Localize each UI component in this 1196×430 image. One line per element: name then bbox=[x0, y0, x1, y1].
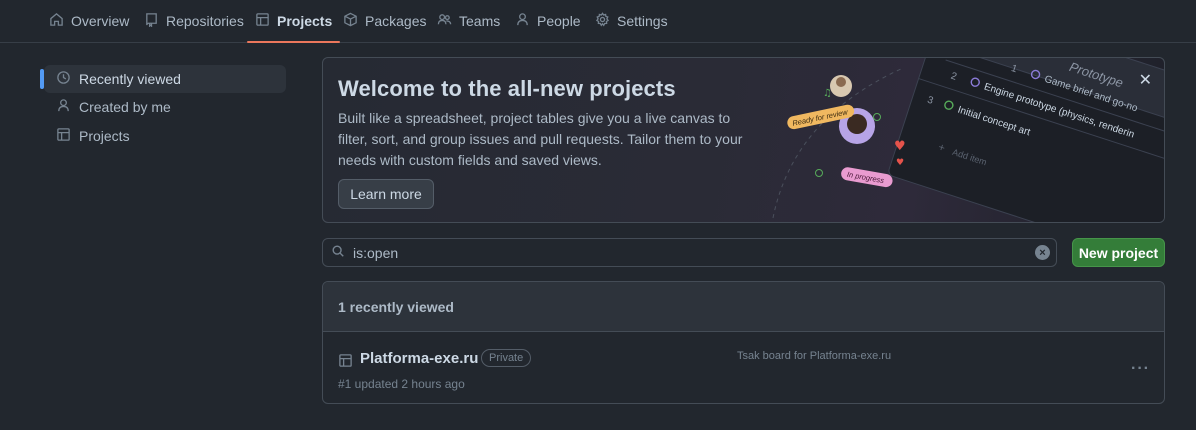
person-icon bbox=[515, 12, 530, 30]
tab-packages-label: Packages bbox=[365, 13, 427, 29]
sidebar-item-recently-viewed[interactable]: Recently viewed bbox=[40, 65, 286, 93]
sidebar-item-label: Created by me bbox=[79, 99, 171, 115]
banner-title: Welcome to the all-new projects bbox=[338, 76, 676, 101]
sidebar-item-created-by-me[interactable]: Created by me bbox=[44, 93, 286, 121]
status-dot-icon bbox=[815, 169, 823, 177]
tab-projects[interactable]: Projects bbox=[246, 0, 341, 43]
sidebar-item-projects[interactable]: Projects bbox=[44, 122, 286, 150]
projects-list: 1 recently viewed Platforma-exe.ru Priva… bbox=[322, 281, 1165, 404]
tab-repositories[interactable]: Repositories bbox=[144, 0, 244, 42]
clear-search-icon[interactable]: × bbox=[1035, 245, 1050, 260]
org-navigation: Overview Repositories Projects Packages … bbox=[0, 0, 1196, 43]
table-icon bbox=[255, 12, 270, 30]
sidebar-item-label: Projects bbox=[79, 128, 130, 144]
tab-people[interactable]: People bbox=[515, 0, 581, 42]
banner-illustration: Prototype 1 Game brief and go-no 2 Engin… bbox=[772, 58, 1164, 222]
new-project-button[interactable]: New project bbox=[1072, 238, 1165, 267]
tab-people-label: People bbox=[537, 13, 581, 29]
search-input[interactable] bbox=[353, 244, 1013, 261]
tab-overview[interactable]: Overview bbox=[49, 0, 129, 42]
list-item: Platforma-exe.ru Private #1 updated 2 ho… bbox=[323, 332, 1164, 403]
list-header: 1 recently viewed bbox=[323, 282, 1164, 332]
music-note-icon: ♫ bbox=[823, 88, 832, 99]
gear-icon bbox=[595, 12, 610, 30]
table-icon bbox=[338, 353, 353, 368]
kebab-menu-icon[interactable]: ··· bbox=[1131, 360, 1150, 378]
people-icon bbox=[437, 12, 452, 30]
tab-repositories-label: Repositories bbox=[166, 13, 244, 29]
project-description: Tsak board for Platforma-exe.ru bbox=[737, 350, 892, 362]
tab-overview-label: Overview bbox=[71, 13, 130, 29]
sidebar-item-label: Recently viewed bbox=[79, 71, 181, 87]
tab-projects-label: Projects bbox=[277, 13, 333, 29]
project-search: × bbox=[322, 238, 1057, 267]
visibility-badge: Private bbox=[481, 349, 532, 367]
heart-icon: ♥ bbox=[894, 139, 906, 154]
banner-description: Built like a spreadsheet, project tables… bbox=[338, 110, 743, 168]
projects-welcome-banner: Welcome to the all-new projects Built li… bbox=[322, 57, 1165, 223]
close-icon[interactable]: ✕ bbox=[1139, 70, 1152, 90]
tab-teams-label: Teams bbox=[459, 13, 501, 29]
project-title-link[interactable]: Platforma-exe.ru bbox=[360, 350, 478, 367]
search-icon bbox=[331, 244, 345, 261]
learn-more-button[interactable]: Learn more bbox=[338, 179, 434, 209]
heart-icon: ♥ bbox=[896, 158, 904, 168]
tab-teams[interactable]: Teams bbox=[437, 0, 500, 42]
tab-settings[interactable]: Settings bbox=[595, 0, 668, 42]
tab-settings-label: Settings bbox=[617, 13, 668, 29]
clock-icon bbox=[56, 70, 71, 88]
repo-icon bbox=[144, 12, 159, 30]
package-icon bbox=[343, 12, 358, 30]
table-icon bbox=[56, 127, 71, 145]
project-meta: #1 updated 2 hours ago bbox=[338, 377, 465, 391]
home-icon bbox=[49, 12, 64, 30]
person-icon bbox=[56, 98, 71, 116]
status-dot-icon bbox=[873, 113, 881, 121]
tab-packages[interactable]: Packages bbox=[343, 0, 426, 42]
